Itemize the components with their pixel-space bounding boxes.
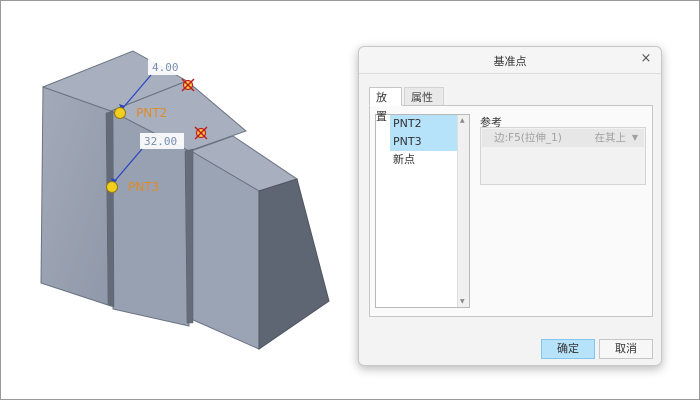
list-item-pnt2[interactable]: PNT2 [390,115,458,133]
point-list-scrollbar[interactable]: ▲ ▼ [457,115,469,307]
cancel-button[interactable]: 取消 [599,339,653,359]
reference-row[interactable]: 边:F5(拉伸_1) 在其上 ▼ [482,129,644,147]
point-list[interactable]: PNT2 PNT3 新点 ▲ ▼ [375,114,470,308]
close-icon[interactable]: × [639,51,653,67]
tab-placement[interactable]: 放置 [369,87,402,123]
right-block-side [258,178,330,350]
pnt3-label: PNT3 [128,180,159,194]
dialog-titlebar[interactable]: 基准点 × [359,47,661,74]
pnt3-marker[interactable] [106,181,118,193]
dimension-4-label[interactable]: 4.00 [152,61,179,74]
scroll-up-icon[interactable]: ▲ [460,117,465,124]
pnt2-drag-handle[interactable] [181,78,195,92]
dimension-32-label[interactable]: 32.00 [144,135,177,148]
pnt2-marker[interactable] [114,107,126,119]
scroll-down-icon[interactable]: ▼ [460,298,465,305]
datum-point-dialog: 基准点 × 放置 属性 PNT2 PNT3 新点 ▲ ▼ 参考 边:F5(拉伸_… [358,46,662,366]
ok-button[interactable]: 确定 [541,339,595,359]
list-item-new-point[interactable]: 新点 [390,151,458,169]
block-left-face [40,86,112,307]
chevron-down-icon[interactable]: ▼ [632,129,638,147]
pnt2-label: PNT2 [136,106,167,120]
dialog-title: 基准点 [493,55,527,68]
reference-constraint-select[interactable]: 在其上 [595,129,627,147]
pnt3-drag-handle[interactable] [194,126,208,140]
reference-edge: 边:F5(拉伸_1) [494,132,562,144]
tab-properties[interactable]: 属性 [404,87,444,106]
list-item-pnt3[interactable]: PNT3 [390,133,458,151]
references-collector[interactable]: 边:F5(拉伸_1) 在其上 ▼ [480,127,646,185]
